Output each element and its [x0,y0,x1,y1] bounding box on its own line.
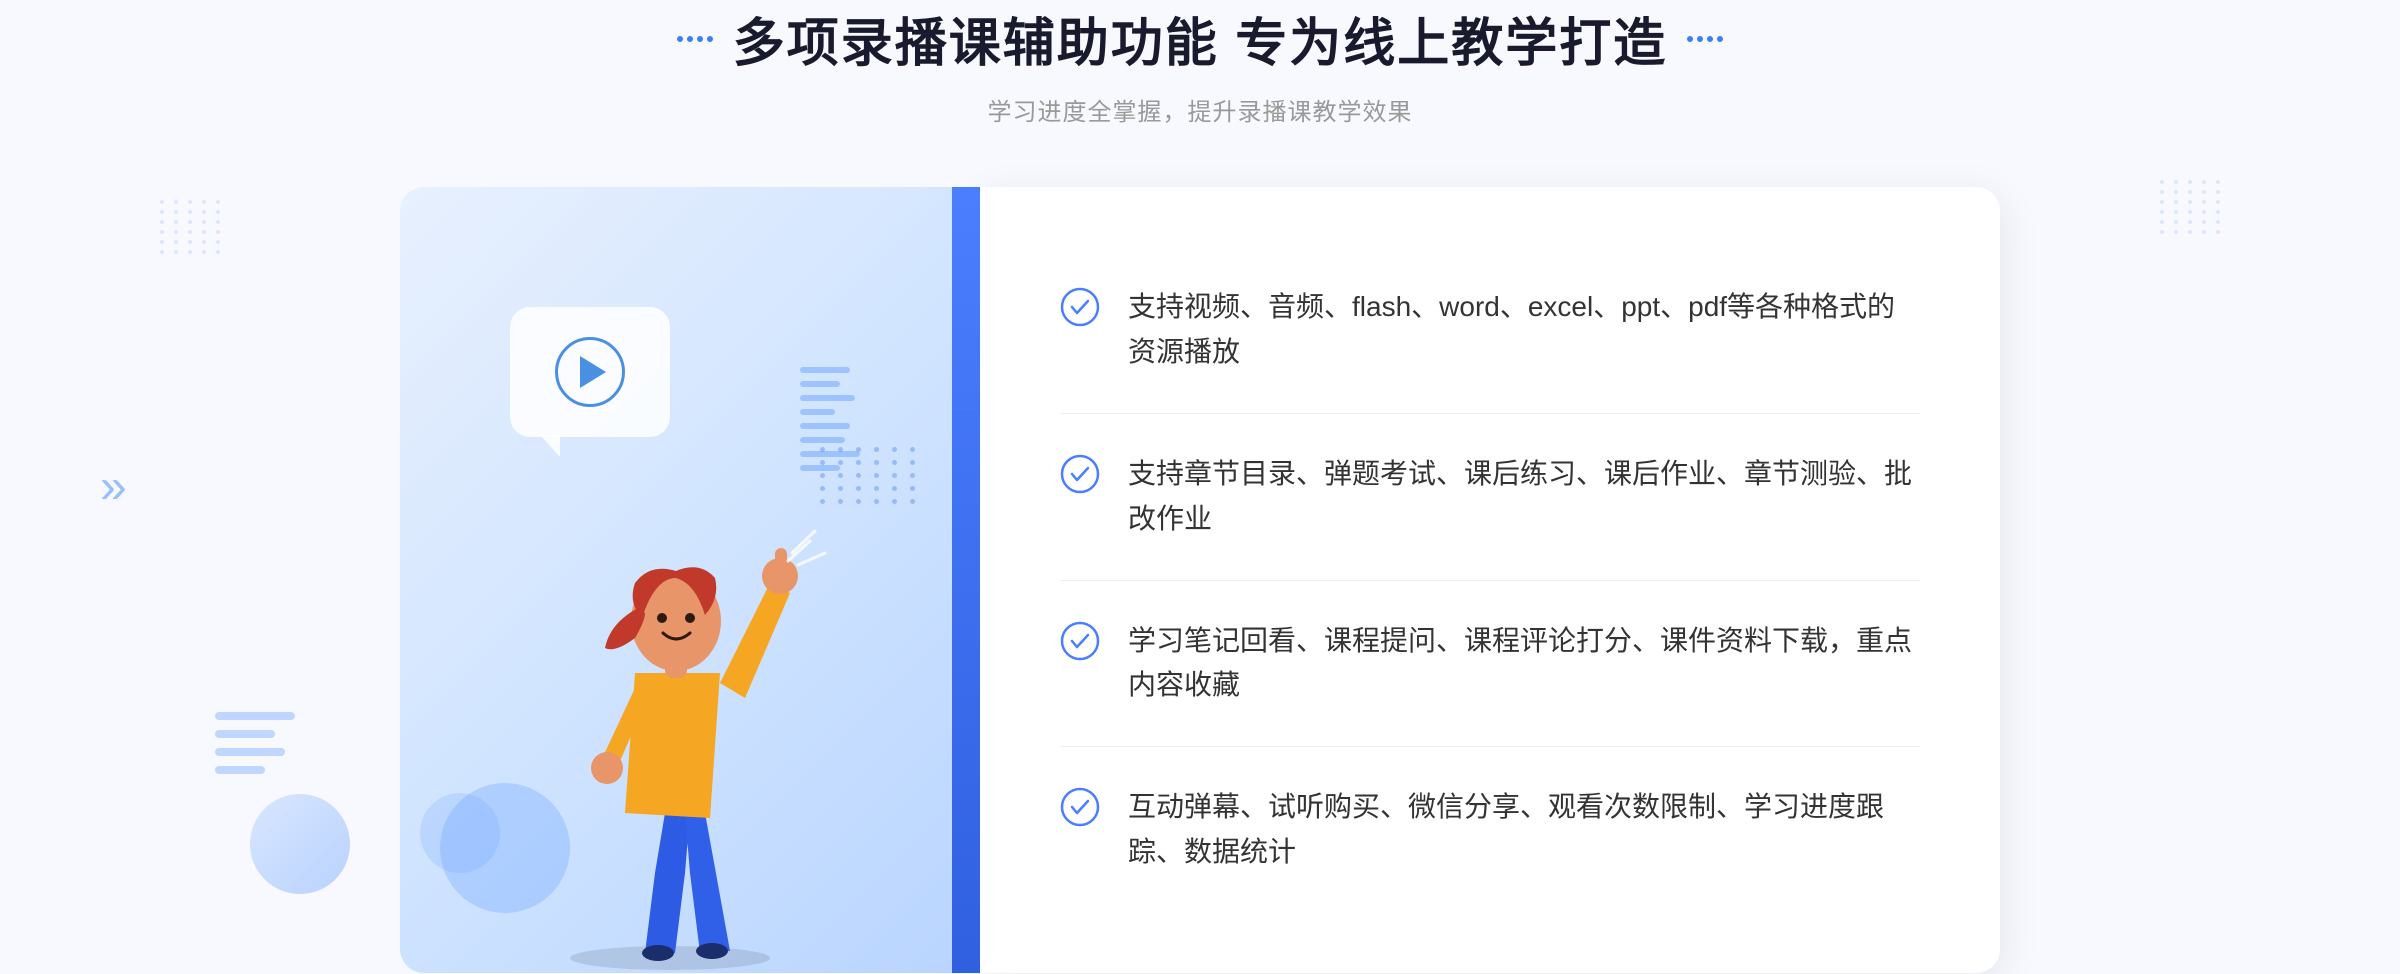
feature-item-4: 互动弹幕、试听购买、微信分享、观看次数限制、学习进度跟踪、数据统计 [1060,747,1920,913]
feature-text-4: 互动弹幕、试听购买、微信分享、观看次数限制、学习进度跟踪、数据统计 [1128,785,1920,875]
main-content: 支持视频、音频、flash、word、excel、ppt、pdf等各种格式的资源… [400,187,2000,972]
features-panel: 支持视频、音频、flash、word、excel、ppt、pdf等各种格式的资源… [980,187,2000,972]
page-subtitle: 学习进度全掌握，提升录播课教学效果 [677,92,1723,127]
play-bubble [510,307,670,437]
feature-item-1: 支持视频、音频、flash、word、excel、ppt、pdf等各种格式的资源… [1060,247,1920,414]
dots-decoration-right [2160,180,2240,300]
title-text: 多项录播课辅助功能 专为线上教学打造 [733,1,1667,76]
header-section: 多项录播课辅助功能 专为线上教学打造 学习进度全掌握，提升录播课教学效果 [677,1,1723,127]
feature-item-2: 支持章节目录、弹题考试、课后练习、课后作业、章节测验、批改作业 [1060,414,1920,581]
bottom-circle-decoration [250,794,350,894]
feature-text-3: 学习笔记回看、课程提问、课程评论打分、课件资料下载，重点内容收藏 [1128,619,1920,709]
feature-item-3: 学习笔记回看、课程提问、课程评论打分、课件资料下载，重点内容收藏 [1060,581,1920,748]
check-circle-icon-3 [1060,621,1100,661]
feature-text-1: 支持视频、音频、flash、word、excel、ppt、pdf等各种格式的资源… [1128,285,1920,375]
check-circle-icon-2 [1060,454,1100,494]
illustration-panel [400,187,980,972]
play-triangle [580,356,606,388]
page-container: » 多项录播课辅助功能 专为线上教学打造 学习进度全掌握，提升录播课教学效果 [0,0,2400,974]
check-circle-icon-1 [1060,287,1100,327]
feature-text-2: 支持章节目录、弹题考试、课后练习、课后作业、章节测验、批改作业 [1128,452,1920,542]
dots-decoration-left [160,200,240,320]
title-deco-left [677,36,713,42]
play-icon [555,337,625,407]
check-circle-icon-4 [1060,787,1100,827]
accent-bar [952,187,980,972]
person-illustration [480,453,860,973]
bottom-stripe-decoration [215,712,295,774]
chevron-double-left-icon: » [100,460,127,515]
title-deco-right [1687,36,1723,42]
page-title: 多项录播课辅助功能 专为线上教学打造 [677,1,1723,76]
